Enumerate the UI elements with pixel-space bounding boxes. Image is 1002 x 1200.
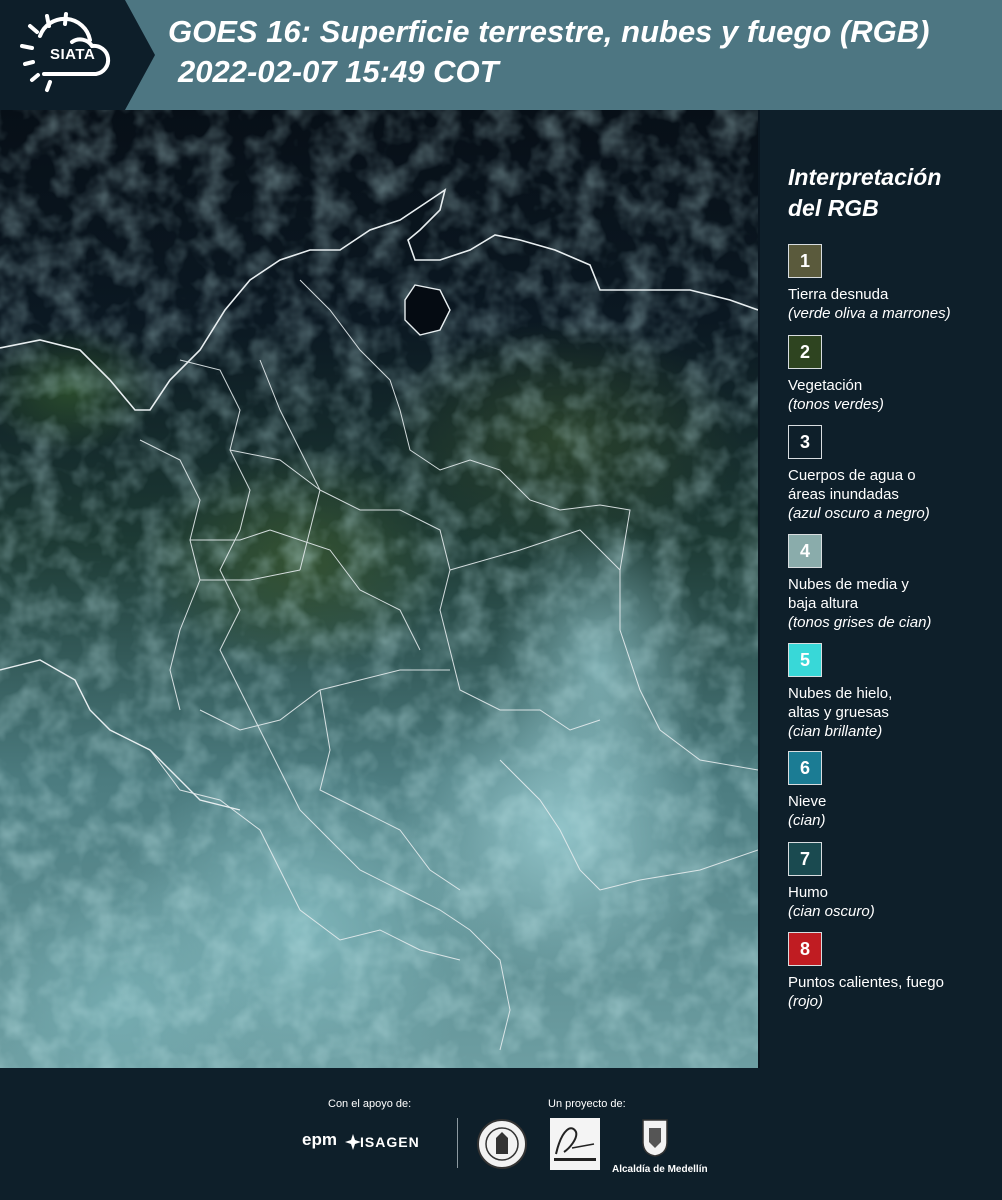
cloud-texture	[0, 110, 758, 1068]
legend-title-line1: Interpretación	[788, 164, 942, 190]
support-label: Con el apoyo de:	[328, 1098, 412, 1110]
legend-swatch: 6	[788, 751, 822, 785]
legend-swatch: 2	[788, 335, 822, 369]
legend-label: Puntos calientes, fuego	[788, 974, 944, 991]
legend-item-4: 4 Nubes de media y baja altura (tonos gr…	[788, 534, 998, 632]
legend-swatch: 5	[788, 643, 822, 677]
legend-label-2: áreas inundadas	[788, 486, 899, 503]
page-title: GOES 16: Superficie terrestre, nubes y f…	[168, 14, 930, 49]
legend-label: Humo	[788, 884, 829, 901]
legend-title-line2: del RGB	[788, 195, 879, 221]
legend-swatch: 7	[788, 842, 822, 876]
siata-logo: SIATA	[0, 0, 155, 110]
legend-sub: (cian oscuro)	[788, 903, 875, 920]
legend-swatch: 8	[788, 932, 822, 966]
legend-item-2: 2 Vegetación (tonos verdes)	[788, 335, 998, 414]
page-timestamp: 2022-02-07 15:49 COT	[178, 54, 499, 89]
legend-sub: (rojo)	[788, 993, 824, 1010]
map-boundaries	[0, 110, 758, 1068]
logo-text: SIATA	[50, 46, 96, 63]
legend-item-6: 6 Nieve (cian)	[788, 751, 998, 830]
legend-label: Tierra desnuda	[788, 286, 889, 303]
legend-label: Nubes de hielo,	[788, 685, 893, 702]
footer: Con el apoyo de: Un proyecto de: epm ISA…	[0, 1068, 1002, 1200]
isagen-logo: ISAGEN	[360, 1134, 420, 1150]
legend-item-8: 8 Puntos calientes, fuego (rojo)	[788, 932, 998, 1011]
legend-label-2: altas y gruesas	[788, 704, 889, 721]
legend-sub: (verde oliva a marrones)	[788, 305, 951, 322]
legend-sub: (azul oscuro a negro)	[788, 505, 930, 522]
alcaldia-shield-icon	[642, 1119, 668, 1157]
project-label: Un proyecto de:	[548, 1098, 626, 1110]
legend-swatch: 1	[788, 244, 822, 278]
legend-sub: (tonos grises de cian)	[788, 614, 932, 631]
legend-label: Nubes de media y	[788, 576, 909, 593]
legend-sub: (cian)	[788, 812, 826, 829]
legend-label: Nieve	[788, 793, 827, 810]
legend-label: Cuerpos de agua o	[788, 467, 916, 484]
area-metropolitana-logo	[550, 1118, 600, 1170]
header-bar: SIATA GOES 16: Superficie terrestre, nub…	[0, 0, 1002, 110]
legend-item-5: 5 Nubes de hielo, altas y gruesas (cian …	[788, 643, 998, 741]
legend-item-7: 7 Humo (cian oscuro)	[788, 842, 998, 921]
isagen-icon	[345, 1134, 361, 1150]
legend-sub: (cian brillante)	[788, 723, 883, 740]
legend-swatch: 3	[788, 425, 822, 459]
map-separator	[758, 110, 760, 1068]
alcaldia-logo-text: Alcaldía de Medellín	[612, 1164, 708, 1175]
seal-icon	[477, 1119, 527, 1169]
legend-sub: (tonos verdes)	[788, 396, 884, 413]
epm-logo: epm	[302, 1130, 337, 1149]
legend-label: Vegetación	[788, 377, 863, 394]
footer-divider	[457, 1118, 458, 1168]
satellite-map	[0, 110, 758, 1068]
legend-swatch: 4	[788, 534, 822, 568]
legend-item-3: 3 Cuerpos de agua o áreas inundadas (azu…	[788, 425, 998, 523]
legend-title: Interpretación del RGB	[788, 162, 941, 224]
legend-item-1: 1 Tierra desnuda (verde oliva a marrones…	[788, 244, 998, 323]
legend-label-2: baja altura	[788, 595, 859, 612]
